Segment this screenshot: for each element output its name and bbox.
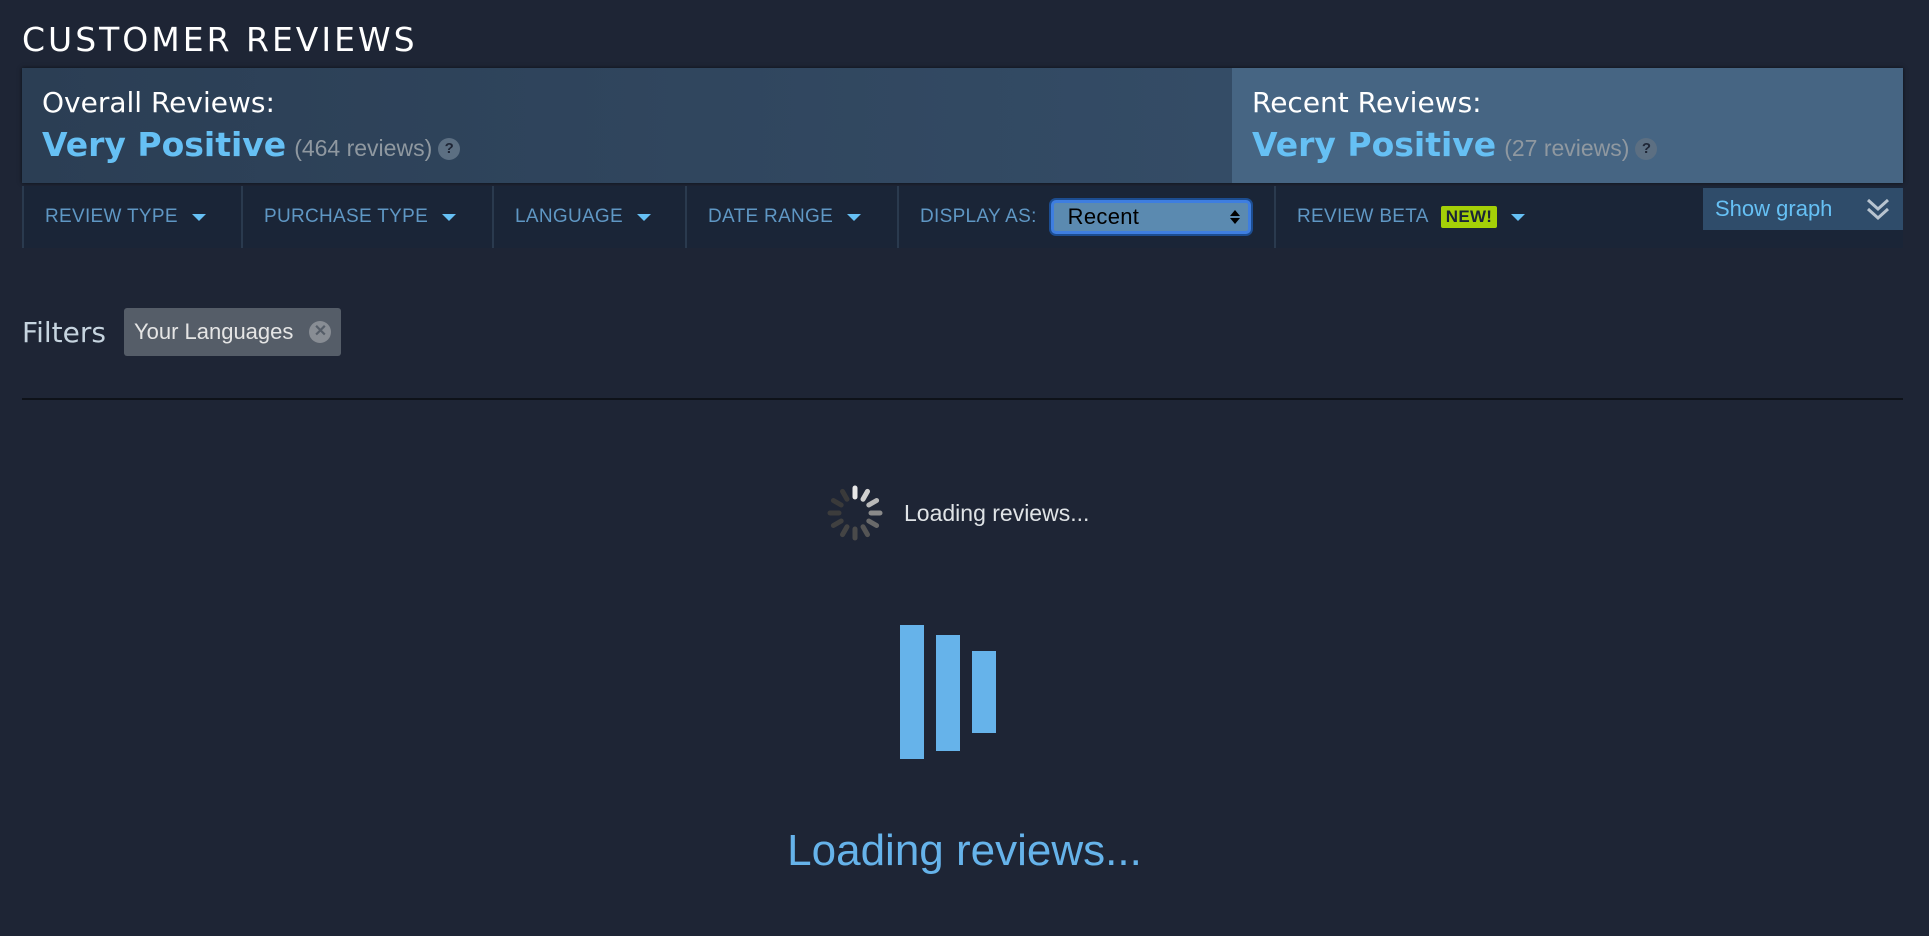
review-beta-dropdown[interactable]: REVIEW BETA NEW! bbox=[1274, 186, 1554, 248]
display-as-value: Recent bbox=[1067, 204, 1140, 229]
dropdown-arrow-icon bbox=[637, 213, 651, 221]
new-badge: NEW! bbox=[1440, 206, 1498, 228]
double-chevron-down-icon bbox=[1866, 198, 1890, 221]
spinner-icon bbox=[827, 485, 883, 541]
purchase-type-label: PURCHASE TYPE bbox=[264, 206, 429, 227]
show-graph-button[interactable]: Show graph bbox=[1703, 188, 1903, 230]
review-summary: Overall Reviews: Very Positive (464 revi… bbox=[22, 68, 1903, 183]
loading-text-small: Loading reviews... bbox=[904, 499, 1090, 526]
filter-chip-your-languages[interactable]: Your Languages ✕ bbox=[123, 308, 342, 356]
help-icon[interactable]: ? bbox=[1635, 138, 1658, 160]
divider bbox=[22, 398, 1903, 400]
overall-reviews-label: Overall Reviews: bbox=[42, 86, 275, 119]
throbber-icon bbox=[900, 625, 1000, 761]
overall-reviews-panel: Overall Reviews: Very Positive (464 revi… bbox=[22, 68, 1232, 183]
dropdown-arrow-icon bbox=[442, 213, 457, 221]
loading-text-large: Loading reviews... bbox=[787, 826, 1142, 875]
review-filter-bar: REVIEW TYPE PURCHASE TYPE LANGUAGE DATE … bbox=[22, 186, 1903, 248]
overall-rating[interactable]: Very Positive bbox=[42, 125, 286, 164]
recent-reviews-label: Recent Reviews: bbox=[1252, 86, 1482, 119]
filters-label: Filters bbox=[22, 315, 106, 349]
date-range-dropdown[interactable]: DATE RANGE bbox=[685, 186, 897, 248]
review-type-dropdown[interactable]: REVIEW TYPE bbox=[22, 186, 241, 248]
dropdown-arrow-icon bbox=[847, 213, 862, 221]
language-label: LANGUAGE bbox=[515, 206, 623, 227]
overall-review-count: (464 reviews) bbox=[294, 135, 433, 161]
purchase-type-dropdown[interactable]: PURCHASE TYPE bbox=[241, 186, 492, 248]
active-filters: Filters Your Languages ✕ bbox=[22, 308, 342, 356]
filter-chip-label: Your Languages bbox=[133, 319, 294, 344]
date-range-label: DATE RANGE bbox=[708, 206, 834, 227]
show-graph-label: Show graph bbox=[1715, 196, 1833, 221]
loading-indicator: Loading reviews... bbox=[824, 482, 1089, 544]
select-arrows-icon bbox=[1229, 210, 1240, 224]
section-title: CUSTOMER REVIEWS bbox=[22, 20, 418, 59]
recent-reviews-panel: Recent Reviews: Very Positive (27 review… bbox=[1232, 68, 1903, 183]
language-dropdown[interactable]: LANGUAGE bbox=[492, 186, 685, 248]
display-as-group: DISPLAY AS: Recent bbox=[897, 186, 1274, 248]
recent-review-count: (27 reviews) bbox=[1504, 135, 1630, 161]
review-type-label: REVIEW TYPE bbox=[45, 206, 178, 227]
dropdown-arrow-icon bbox=[1511, 213, 1526, 221]
recent-rating[interactable]: Very Positive bbox=[1252, 125, 1496, 164]
dropdown-arrow-icon bbox=[191, 213, 206, 221]
help-icon[interactable]: ? bbox=[438, 138, 461, 160]
review-beta-label: REVIEW BETA bbox=[1297, 206, 1429, 227]
remove-filter-icon[interactable]: ✕ bbox=[309, 321, 332, 343]
display-as-label: DISPLAY AS: bbox=[920, 206, 1037, 227]
display-as-select[interactable]: Recent bbox=[1050, 200, 1251, 234]
